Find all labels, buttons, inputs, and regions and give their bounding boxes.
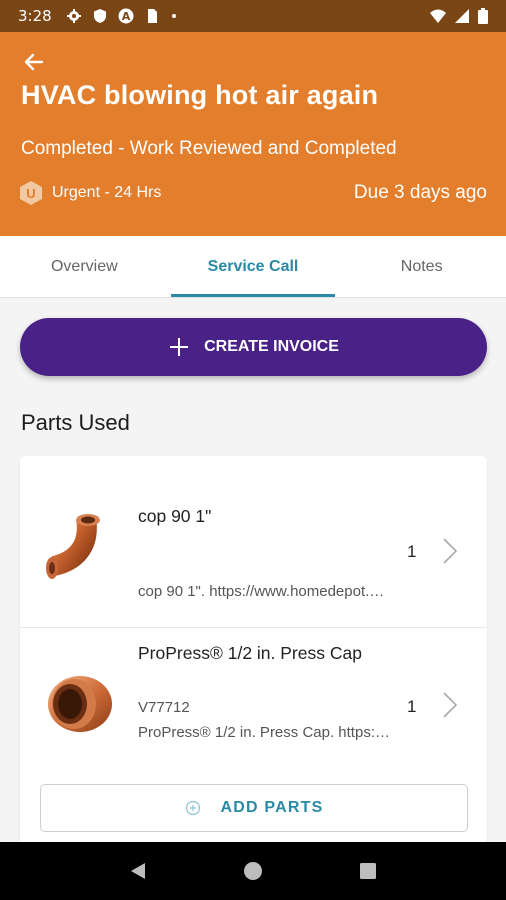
dot-icon <box>171 14 176 18</box>
back-triangle-icon <box>130 863 145 879</box>
part-row[interactable]: ProPress® 1/2 in. Press Cap V77712 ProPr… <box>20 627 487 775</box>
chevron-right-icon <box>443 692 458 718</box>
battery-icon <box>478 8 488 24</box>
part-sku: V77712 <box>138 699 190 716</box>
copper-cap-image <box>48 676 112 732</box>
tab-notes[interactable]: Notes <box>337 236 506 297</box>
wifi-icon <box>430 9 446 23</box>
parts-card: cop 90 1" cop 90 1". https://www.homedep… <box>20 456 487 856</box>
priority-badge-icon: U <box>20 181 42 205</box>
status-time: 3:28 <box>18 7 52 25</box>
tab-overview[interactable]: Overview <box>0 236 169 297</box>
priority-label: Urgent - 24 Hrs <box>52 184 162 201</box>
sim-icon <box>147 9 157 23</box>
shield-icon <box>93 9 106 23</box>
job-title: HVAC blowing hot air again <box>21 80 379 110</box>
job-status: Completed - Work Reviewed and Completed <box>21 138 397 159</box>
priority-indicator: U Urgent - 24 Hrs <box>18 180 161 206</box>
part-row[interactable]: cop 90 1" cop 90 1". https://www.homedep… <box>20 476 487 624</box>
status-bar: 3:28 A <box>0 0 506 32</box>
home-circle-icon <box>243 862 262 880</box>
part-name: cop 90 1" <box>138 506 212 526</box>
nav-home-button[interactable] <box>233 851 273 891</box>
svg-text:U: U <box>26 186 35 201</box>
nav-back-button[interactable] <box>118 851 158 891</box>
job-header: HVAC blowing hot air again Completed - W… <box>0 32 506 236</box>
part-description: ProPress® 1/2 in. Press Cap. https://www <box>138 724 390 741</box>
plus-icon <box>170 338 189 356</box>
svg-text:A: A <box>121 10 130 23</box>
add-parts-button[interactable]: ADD PARTS <box>40 784 468 832</box>
back-button[interactable] <box>18 48 50 76</box>
signal-icon <box>455 9 469 23</box>
copper-elbow-image <box>46 514 100 579</box>
parts-used-heading: Parts Used <box>21 410 130 435</box>
chevron-right-icon <box>443 538 458 564</box>
arrow-left-icon <box>24 53 44 71</box>
add-circle-icon <box>185 800 200 816</box>
system-nav-bar <box>0 842 506 900</box>
create-invoice-label: CREATE INVOICE <box>204 338 339 355</box>
tab-bar: Overview Service Call Notes <box>0 236 506 298</box>
recents-square-icon <box>360 863 377 879</box>
due-date: Due 3 days ago <box>353 182 487 203</box>
nav-recents-button[interactable] <box>348 851 388 891</box>
a-circle-icon: A <box>118 8 134 24</box>
part-quantity: 1 <box>407 697 417 716</box>
tab-service-call[interactable]: Service Call <box>169 236 338 297</box>
part-name: ProPress® 1/2 in. Press Cap <box>138 643 362 663</box>
gear-icon <box>66 9 81 23</box>
add-parts-label: ADD PARTS <box>220 799 324 816</box>
part-description: cop 90 1". https://www.homedepot.com <box>138 583 390 600</box>
create-invoice-button[interactable]: CREATE INVOICE <box>20 318 487 376</box>
part-quantity: 1 <box>407 542 417 561</box>
